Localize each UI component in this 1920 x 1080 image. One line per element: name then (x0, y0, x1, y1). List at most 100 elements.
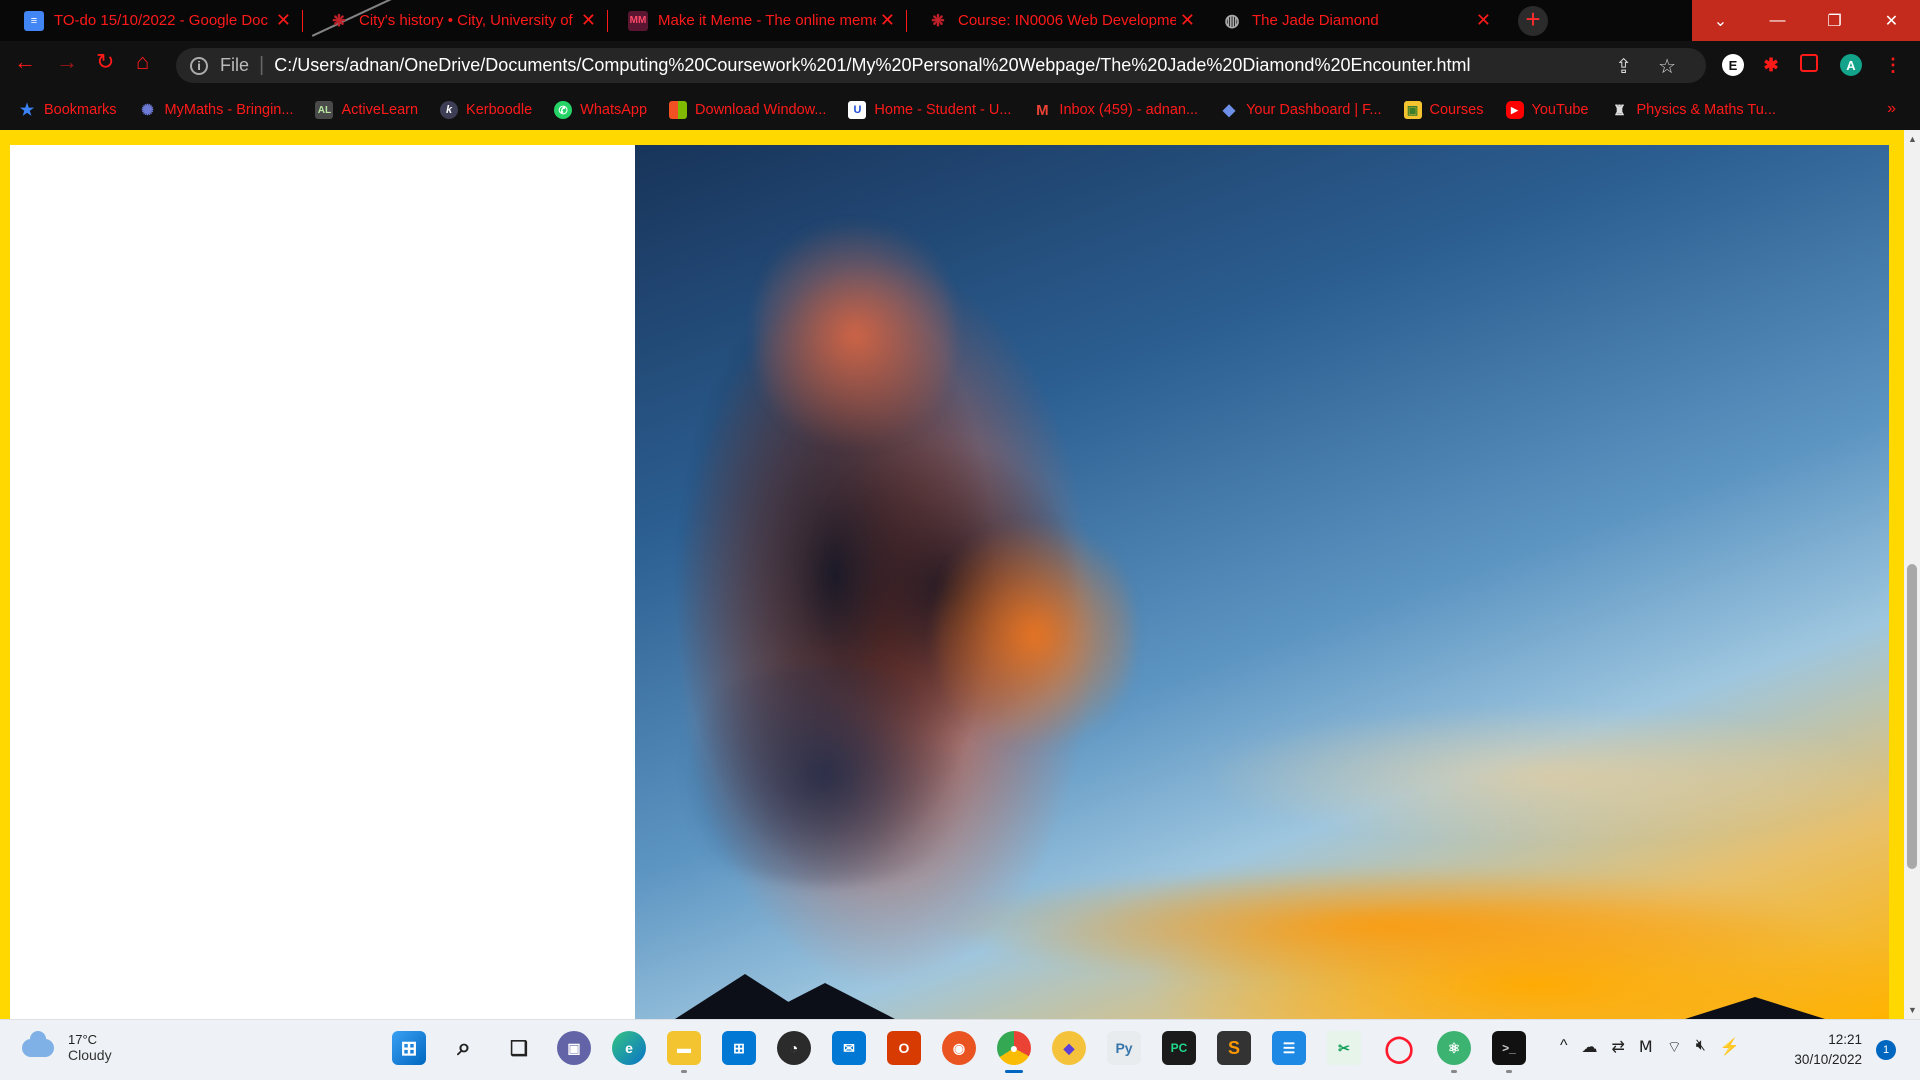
tab-close-icon[interactable]: ✕ (276, 10, 291, 31)
terminal-icon[interactable]: >_ (1492, 1031, 1526, 1073)
menu-kebab-icon[interactable]: ⋮ (1882, 54, 1904, 76)
tab-city-history[interactable]: ❋ City's history • City, University of ✕ (305, 0, 608, 41)
bookmark-item[interactable]: M Inbox (459) - adnan... (1033, 101, 1198, 119)
bookmark-item[interactable]: ▶ YouTube (1505, 101, 1588, 119)
bookmark-label: Physics & Maths Tu... (1636, 102, 1776, 118)
tab-separator (302, 10, 303, 32)
tab-search-chevron-icon[interactable]: ⌄ (1692, 0, 1749, 41)
office-icon[interactable]: O (887, 1031, 921, 1065)
grammarly-extension-icon[interactable]: E (1722, 54, 1744, 76)
minimize-button[interactable]: — (1749, 0, 1806, 41)
share-icon[interactable]: ⇪ (1615, 54, 1632, 79)
forward-arrow-icon[interactable]: → (56, 49, 78, 75)
bookmark-item[interactable]: AL ActiveLearn (315, 101, 418, 119)
bookmark-item[interactable]: ◆ Your Dashboard | F... (1220, 101, 1382, 119)
scroll-down-arrow-icon[interactable]: ▼ (1908, 1005, 1917, 1015)
bookmark-item[interactable]: ✺ MyMaths - Bringin... (139, 101, 293, 119)
volume-muted-icon[interactable]: 🔇︎ (1696, 1037, 1706, 1057)
bookmark-label: Inbox (459) - adnan... (1059, 102, 1199, 118)
chrome-browser-icon[interactable]: ● (997, 1031, 1031, 1073)
onedrive-sync-icon[interactable]: ☁ (1582, 1037, 1598, 1057)
bookmark-star-icon[interactable]: ☆ (1658, 54, 1676, 79)
extension-puzzle-icon[interactable]: ✱ (1760, 54, 1782, 76)
edge-browser-icon[interactable]: e (612, 1031, 646, 1065)
bookmarks-overflow-icon[interactable]: » (1887, 100, 1896, 118)
tab-make-it-meme[interactable]: MM Make it Meme - The online meme ✕ (604, 0, 907, 41)
tab-close-icon[interactable]: ✕ (1180, 10, 1195, 31)
weather-widget[interactable]: 17°C Cloudy (22, 1030, 112, 1063)
tab-close-icon[interactable]: ✕ (1476, 10, 1491, 31)
snipping-tool-icon[interactable]: ✂ (1327, 1031, 1361, 1065)
tab-title: TO-do 15/10/2022 - Google Doc (54, 12, 269, 29)
google-docs-icon: ≡ (24, 10, 44, 31)
windows-logo-icon (669, 101, 688, 119)
close-window-button[interactable]: ✕ (1863, 0, 1920, 41)
clock-time: 12:21 (1828, 1032, 1862, 1047)
youtube-icon: ▶ (1505, 101, 1524, 119)
tray-chevron-up-icon[interactable]: ^ (1560, 1037, 1568, 1057)
wifi-icon[interactable]: ⌔ (1667, 1037, 1682, 1057)
side-panel-icon[interactable] (1800, 54, 1818, 72)
home-icon[interactable]: ⌂ (136, 49, 149, 75)
bookmark-item[interactable]: ★ Bookmarks (18, 101, 117, 119)
browser-toolbar: ← → ↻ ⌂ i File | C:/Users/adnan/OneDrive… (0, 41, 1920, 90)
mymaths-icon: ✺ (141, 102, 154, 119)
search-icon[interactable]: ⌕ (447, 1031, 481, 1065)
ime-icon[interactable]: Ⅿ (1639, 1037, 1653, 1057)
gmail-icon: M (1036, 101, 1049, 119)
mountain-silhouette (755, 983, 895, 1019)
tab-close-icon[interactable]: ✕ (880, 10, 895, 31)
tab-course-web-dev[interactable]: ❋ Course: IN0006 Web Developme ✕ (904, 0, 1207, 41)
bookmark-item[interactable]: U Home - Student - U... (848, 101, 1011, 119)
bookmark-label: Bookmarks (44, 102, 117, 118)
python-file-icon[interactable]: Py (1107, 1031, 1141, 1065)
cloud-shape (655, 665, 995, 885)
cloud-weather-icon (22, 1030, 54, 1057)
new-tab-button[interactable]: + (1518, 6, 1548, 36)
bookmark-item[interactable]: Download Window... (669, 101, 826, 119)
file-explorer-icon[interactable]: ▬ (667, 1031, 701, 1073)
pycharm-icon[interactable]: PC (1162, 1031, 1196, 1065)
tab-strip: ≡ TO-do 15/10/2022 - Google Doc ✕ ❋ City… (0, 0, 1920, 41)
settings-sliders-icon[interactable]: ⇄ (1612, 1037, 1625, 1057)
opera-browser-icon[interactable]: ◯ (1382, 1031, 1416, 1065)
tab-close-icon[interactable]: ✕ (581, 10, 596, 31)
bookmark-item[interactable]: ▣ Courses (1403, 101, 1484, 119)
atom-editor-icon[interactable]: ⚛ (1437, 1031, 1471, 1073)
mail-icon[interactable]: ✉ (832, 1031, 866, 1065)
system-clock[interactable]: 12:21 30/10/2022 (1780, 1030, 1862, 1070)
tab-google-doc[interactable]: ≡ TO-do 15/10/2022 - Google Doc ✕ (0, 0, 303, 41)
moodle-course-icon: ❋ (931, 12, 945, 30)
activelearn-icon: AL (315, 101, 334, 119)
bookmark-item[interactable]: ♜ Physics & Maths Tu... (1610, 101, 1776, 119)
bookmark-label: Courses (1429, 102, 1484, 118)
microsoft-store-icon[interactable]: ⊞ (722, 1031, 756, 1065)
profile-avatar[interactable]: A (1840, 54, 1862, 76)
taskbar-apps: ⊞ ⌕ ❑ ▣ e ▬ ⊞ ◔ ✉ O ◉ ● ◆ Py PC S ☰ ✂ ◯ … (392, 1031, 1526, 1073)
sublime-text-icon[interactable]: S (1217, 1031, 1251, 1065)
task-view-icon[interactable]: ❑ (502, 1031, 536, 1065)
scroll-up-arrow-icon[interactable]: ▲ (1908, 134, 1917, 144)
speedometer-icon[interactable]: ◔ (777, 1031, 811, 1065)
url-text[interactable]: C:/Users/adnan/OneDrive/Documents/Comput… (274, 55, 1470, 76)
pmt-icon: ♜ (1613, 101, 1626, 118)
restore-button[interactable]: ❐ (1806, 0, 1863, 41)
bookmark-item[interactable]: ✆ WhatsApp (554, 101, 647, 119)
notification-badge[interactable]: 1 (1876, 1040, 1896, 1060)
teams-chat-icon[interactable]: ▣ (557, 1031, 591, 1065)
ubuntu-icon[interactable]: ◉ (942, 1031, 976, 1065)
windows-start-icon[interactable]: ⊞ (392, 1031, 426, 1065)
back-arrow-icon[interactable]: ← (14, 49, 36, 75)
page-viewport (0, 130, 1904, 1019)
notepad-icon[interactable]: ☰ (1272, 1031, 1306, 1065)
vpn-shield-icon[interactable]: ◆ (1052, 1031, 1086, 1065)
tab-jade-diamond[interactable]: ◍ The Jade Diamond ✕ (1198, 0, 1503, 41)
battery-charging-icon[interactable]: ⚡ (1720, 1037, 1740, 1057)
reload-icon[interactable]: ↻ (96, 49, 114, 75)
vertical-scrollbar[interactable]: ▲ ▼ (1904, 130, 1920, 1019)
site-info-icon[interactable]: i (190, 56, 208, 75)
address-bar[interactable]: i File | C:/Users/adnan/OneDrive/Documen… (176, 48, 1706, 83)
globe-icon: ◍ (1224, 10, 1240, 30)
scrollbar-thumb[interactable] (1907, 564, 1917, 869)
bookmark-item[interactable]: k Kerboodle (440, 101, 532, 119)
